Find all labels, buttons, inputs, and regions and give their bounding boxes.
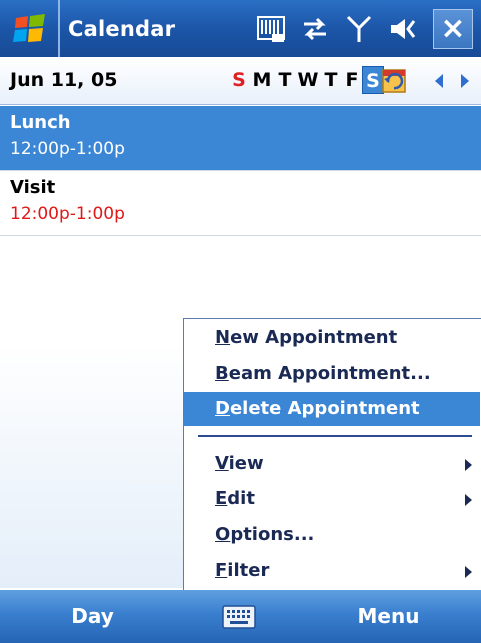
next-day-arrow-icon[interactable] (455, 70, 475, 92)
current-date[interactable]: Jun 11, 05 (10, 69, 117, 91)
appointment-time: 12:00p-1:00p (10, 139, 125, 159)
day-friday[interactable]: F (341, 66, 363, 94)
day-sunday[interactable]: S (228, 66, 250, 94)
menu-item-view[interactable]: View (184, 447, 480, 481)
date-bar: Jun 11, 05 S M T W T F S (0, 57, 481, 105)
menu-item-options[interactable]: Options... (184, 518, 480, 552)
close-button[interactable]: × (433, 8, 473, 49)
menu-item-filter[interactable]: Filter (184, 554, 480, 588)
left-softkey-day[interactable]: Day (0, 590, 185, 643)
day-tuesday[interactable]: T (274, 66, 296, 94)
signal-status[interactable] (341, 0, 377, 57)
close-icon: × (440, 10, 466, 46)
menu-item-edit[interactable]: Edit (184, 482, 480, 516)
input-panel-icon (257, 15, 285, 42)
connectivity-status[interactable] (297, 0, 333, 57)
submenu-arrow-icon (465, 566, 472, 578)
day-monday[interactable]: M (251, 66, 273, 94)
volume-icon (391, 18, 416, 39)
softkey-bar: Day Menu (0, 590, 481, 643)
appointment-item-lunch[interactable]: Lunch 12:00p-1:00p (0, 106, 481, 171)
day-wednesday[interactable]: W (297, 66, 319, 94)
appointment-title: Visit (10, 177, 56, 198)
menu-item-new-appointment[interactable]: New Appointment (184, 321, 480, 355)
context-menu: New Appointment Beam Appointment... Dele… (183, 318, 481, 590)
submenu-arrow-icon (465, 494, 472, 506)
appointment-time: 12:00p-1:00p (10, 204, 125, 224)
title-bar: Calendar × (0, 0, 481, 57)
right-softkey-menu[interactable]: Menu (296, 590, 481, 643)
previous-day-arrow-icon[interactable] (429, 70, 449, 92)
keyboard-icon[interactable] (222, 605, 256, 629)
signal-icon (346, 15, 372, 42)
submenu-arrow-icon (465, 459, 472, 471)
menu-item-beam-appointment[interactable]: Beam Appointment... (184, 357, 480, 391)
windows-start-icon (13, 14, 45, 42)
input-panel-status[interactable] (253, 0, 289, 57)
app-title: Calendar (68, 16, 176, 41)
start-button[interactable] (0, 0, 60, 57)
menu-separator (198, 435, 472, 437)
connectivity-icon (304, 17, 326, 40)
menu-item-delete-appointment[interactable]: Delete Appointment (184, 392, 480, 426)
go-to-today-icon[interactable] (380, 65, 408, 95)
volume-status[interactable] (385, 0, 421, 57)
day-thursday[interactable]: T (320, 66, 342, 94)
appointment-title: Lunch (10, 112, 71, 133)
appointment-item-visit[interactable]: Visit 12:00p-1:00p (0, 171, 481, 236)
